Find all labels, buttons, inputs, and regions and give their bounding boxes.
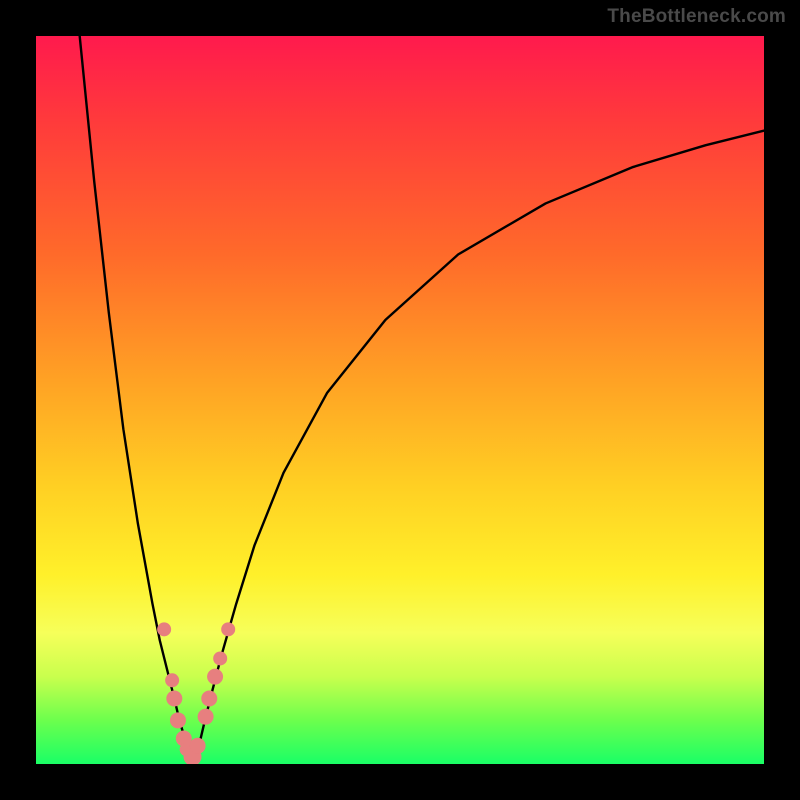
- marker-point: [170, 712, 186, 728]
- plot-area: [36, 36, 764, 764]
- chart-frame: TheBottleneck.com: [0, 0, 800, 800]
- curve-overlay: [36, 36, 764, 764]
- marker-point: [221, 622, 235, 636]
- marker-point: [157, 622, 171, 636]
- marker-point: [201, 690, 217, 706]
- marker-point: [213, 651, 227, 665]
- curve-right-branch: [195, 131, 764, 757]
- marker-point: [166, 690, 182, 706]
- watermark-text: TheBottleneck.com: [607, 6, 786, 28]
- marker-point: [165, 673, 179, 687]
- curve-left-branch: [80, 36, 190, 757]
- marker-point: [198, 709, 214, 725]
- marker-point: [190, 738, 206, 754]
- marker-point: [207, 669, 223, 685]
